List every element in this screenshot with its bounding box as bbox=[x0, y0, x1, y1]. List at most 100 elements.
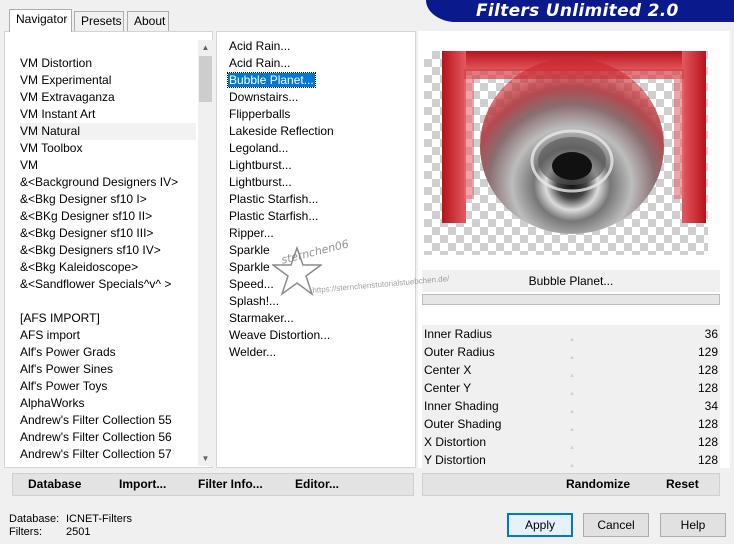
param-row[interactable]: Y Distortion ▲ 128 bbox=[422, 451, 720, 469]
scroll-up-icon[interactable]: ▲ bbox=[198, 40, 213, 55]
filter-item-label: Bubble Planet... bbox=[227, 72, 316, 88]
filter-item-label: Lightburst... bbox=[229, 175, 292, 189]
param-value: 128 bbox=[697, 435, 718, 449]
filter-info-button[interactable]: Filter Info... bbox=[198, 477, 263, 491]
filter-item[interactable]: Sparkle bbox=[228, 242, 408, 259]
category-item[interactable]: &<Background Designers IV> bbox=[20, 174, 196, 191]
randomize-button[interactable]: Randomize bbox=[566, 477, 630, 491]
category-item[interactable]: &<Sandflower Specials^v^ > bbox=[20, 276, 196, 293]
category-item[interactable]: VM bbox=[20, 157, 196, 174]
filter-item[interactable]: Bubble Planet... bbox=[227, 72, 408, 89]
filter-item[interactable]: Plastic Starfish... bbox=[228, 208, 408, 225]
category-item[interactable]: Alf's Power Grads bbox=[20, 344, 196, 361]
category-item[interactable]: &<Bkg Designer sf10 I> bbox=[20, 191, 196, 208]
scroll-thumb[interactable] bbox=[199, 56, 212, 102]
param-name: Center Y bbox=[424, 381, 472, 395]
import-button[interactable]: Import... bbox=[119, 477, 166, 491]
filter-item[interactable]: Lightburst... bbox=[228, 174, 408, 191]
category-item[interactable]: &<Bkg Designer sf10 III> bbox=[20, 225, 196, 242]
category-item[interactable]: &<Bkg Kaleidoscope> bbox=[20, 259, 196, 276]
tab-navigator[interactable]: Navigator bbox=[9, 9, 72, 32]
filter-item[interactable]: Sparkle bbox=[228, 259, 408, 276]
param-row[interactable]: Center Y ▲ 128 bbox=[422, 379, 720, 397]
reset-button[interactable]: Reset bbox=[666, 477, 699, 491]
tab-about[interactable]: About bbox=[127, 11, 169, 31]
category-item[interactable]: Alf's Power Toys bbox=[20, 378, 196, 395]
param-name: Outer Shading bbox=[424, 417, 502, 431]
param-row[interactable]: Inner Shading ▲ 34 bbox=[422, 397, 720, 415]
scroll-down-icon[interactable]: ▼ bbox=[198, 451, 213, 466]
database-button-label: Database bbox=[28, 477, 82, 491]
bubble-planet-preview bbox=[442, 51, 706, 234]
filter-item[interactable]: Lightburst... bbox=[228, 157, 408, 174]
editor-button[interactable]: Editor... bbox=[295, 477, 339, 491]
param-value: 36 bbox=[704, 327, 718, 341]
filter-item-label: Sparkle bbox=[229, 260, 270, 274]
filter-item[interactable]: Speed... bbox=[228, 276, 408, 293]
category-item[interactable]: VM Experimental bbox=[20, 72, 196, 89]
filter-item-label: Flipperballs bbox=[229, 107, 291, 121]
filters-count: 2501 bbox=[66, 526, 91, 538]
param-name: Center X bbox=[424, 363, 472, 377]
filter-item[interactable]: Acid Rain... bbox=[228, 38, 408, 55]
filter-item-label: Acid Rain... bbox=[229, 39, 291, 53]
help-button[interactable]: Help bbox=[660, 513, 726, 537]
filter-item-label: Splash!... bbox=[229, 294, 280, 308]
filter-item[interactable]: Legoland... bbox=[228, 140, 408, 157]
tab-presets[interactable]: Presets bbox=[74, 11, 124, 31]
filter-item[interactable]: Welder... bbox=[228, 344, 408, 361]
param-value: 129 bbox=[697, 345, 718, 359]
filter-list[interactable]: Acid Rain... Acid Rain... Bubble Planet...… bbox=[227, 38, 408, 361]
category-item[interactable]: [AFS IMPORT] bbox=[20, 310, 196, 327]
slider-tick-icon[interactable]: ▲ bbox=[568, 463, 576, 469]
filter-item[interactable]: Starmaker... bbox=[228, 310, 408, 327]
category-item[interactable]: VM Extravaganza bbox=[20, 89, 196, 106]
category-spacer bbox=[20, 293, 196, 310]
filters-label: Filters: bbox=[9, 526, 42, 538]
param-row[interactable]: Inner Radius ▲ 36 bbox=[422, 325, 720, 343]
filter-item[interactable]: Plastic Starfish... bbox=[228, 191, 408, 208]
category-item[interactable]: VM Instant Art bbox=[20, 106, 196, 123]
param-row[interactable]: Outer Shading ▲ 128 bbox=[422, 415, 720, 433]
param-name: Inner Radius bbox=[424, 327, 493, 341]
filter-item-label: Downstairs... bbox=[229, 90, 299, 104]
app-title: Filters Unlimited 2.0 bbox=[476, 1, 679, 21]
filter-item-label: Starmaker... bbox=[229, 311, 294, 325]
category-item[interactable]: VM Toolbox bbox=[20, 140, 196, 157]
database-button[interactable]: Database bbox=[28, 477, 81, 491]
cancel-button[interactable]: Cancel bbox=[583, 513, 649, 537]
selected-filter-name: Bubble Planet... bbox=[422, 270, 720, 292]
category-item[interactable]: VM Natural bbox=[20, 123, 196, 140]
category-scrollbar[interactable]: ▲ ▼ bbox=[198, 40, 213, 466]
filter-item[interactable]: Splash!... bbox=[228, 293, 408, 310]
filter-item[interactable]: Downstairs... bbox=[228, 89, 408, 106]
category-item[interactable]: AFS import bbox=[20, 327, 196, 344]
category-item[interactable]: AlphaWorks bbox=[20, 395, 196, 412]
category-item[interactable]: Andrew's Filter Collection 57 bbox=[20, 446, 196, 463]
filter-item-label: Legoland... bbox=[229, 141, 289, 155]
filter-item[interactable]: Ripper... bbox=[228, 225, 408, 242]
param-name: Y Distortion bbox=[424, 453, 486, 467]
editor-button-label: Editor... bbox=[295, 477, 340, 491]
category-list[interactable]: VM Distortion VM Experimental VM Extravaga… bbox=[20, 55, 196, 463]
param-row[interactable]: Center X ▲ 128 bbox=[422, 361, 720, 379]
category-item[interactable]: Andrew's Filter Collection 55 bbox=[20, 412, 196, 429]
param-value: 128 bbox=[697, 381, 718, 395]
param-value: 128 bbox=[697, 363, 718, 377]
category-item[interactable]: VM Distortion bbox=[20, 55, 196, 72]
category-item[interactable]: Alf's Power Sines bbox=[20, 361, 196, 378]
preview-image bbox=[424, 51, 708, 255]
apply-button[interactable]: Apply bbox=[507, 513, 573, 537]
param-value: 128 bbox=[697, 417, 718, 431]
filter-item[interactable]: Flipperballs bbox=[228, 106, 408, 123]
filter-item-label: Plastic Starfish... bbox=[229, 209, 319, 223]
filter-item[interactable]: Weave Distortion... bbox=[228, 327, 408, 344]
param-row[interactable]: X Distortion ▲ 128 bbox=[422, 433, 720, 451]
category-item[interactable]: &<BKg Designer sf10 II> bbox=[20, 208, 196, 225]
filter-item-label: Speed... bbox=[229, 277, 274, 291]
param-row[interactable]: Outer Radius ▲ 129 bbox=[422, 343, 720, 361]
filter-item[interactable]: Lakeside Reflection bbox=[228, 123, 408, 140]
category-item[interactable]: &<Bkg Designers sf10 IV> bbox=[20, 242, 196, 259]
category-item[interactable]: Andrew's Filter Collection 56 bbox=[20, 429, 196, 446]
filter-item[interactable]: Acid Rain... bbox=[228, 55, 408, 72]
